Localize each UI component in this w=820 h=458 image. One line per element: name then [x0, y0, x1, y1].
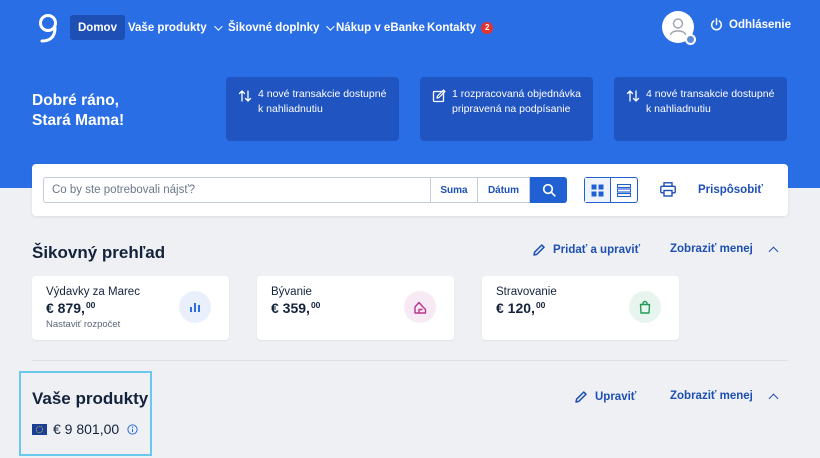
chevron-up-icon[interactable]: [768, 393, 779, 404]
bar-chart-icon: [179, 291, 211, 323]
notification-text: 1 rozpracovaná objednávka pripravená na …: [452, 88, 582, 115]
show-less-label: Zobraziť menej: [670, 243, 753, 255]
date-filter-button[interactable]: Dátum: [478, 177, 530, 203]
amount-cents: 00: [85, 300, 96, 310]
grid-icon: [591, 184, 604, 196]
list-icon: [617, 183, 631, 197]
add-edit-label: Pridať a upraviť: [553, 244, 641, 256]
notification-text: 4 nové transakcie dostupné k nahliadnuti…: [646, 88, 775, 115]
transfer-arrows-icon: [626, 90, 640, 102]
search-button[interactable]: [530, 177, 567, 203]
eu-flag-icon: [32, 424, 47, 435]
notification-text: 4 nové transakcie dostupné k nahliadnuti…: [258, 88, 387, 115]
greeting-line-2: Stará Mama!: [32, 112, 125, 129]
section-divider: [32, 360, 788, 361]
nav-addons[interactable]: Šikovné doplnky: [228, 15, 336, 40]
amount-filter-button[interactable]: Suma: [430, 177, 478, 203]
shopping-bag-icon: [629, 291, 661, 323]
logout-button[interactable]: Odhlásenie: [710, 18, 791, 31]
print-icon[interactable]: [660, 182, 676, 197]
bank-logo-icon[interactable]: [36, 12, 60, 46]
customize-button[interactable]: Prispôsobiť: [698, 184, 763, 196]
nav-home-label: Domov: [78, 21, 117, 34]
overview-card-dining[interactable]: Stravovanie € 120,00: [482, 276, 679, 340]
notification-card-transactions-2[interactable]: 4 nové transakcie dostupné k nahliadnuti…: [614, 77, 787, 141]
settings-badge-icon: [685, 34, 696, 45]
products-total: € 9 801,00: [53, 421, 120, 437]
search-input[interactable]: [43, 177, 430, 203]
amount-cents: 00: [535, 300, 546, 310]
info-icon[interactable]: [127, 424, 138, 435]
amount-main: € 879,: [46, 300, 85, 316]
transfer-arrows-icon: [238, 90, 252, 102]
greeting: Dobré ráno, Stará Mama!: [32, 91, 124, 131]
edit-document-icon: [432, 89, 446, 103]
nav-ebank-shopping-label: Nákup v eBanke: [336, 21, 425, 34]
notification-card-transactions[interactable]: 4 nové transakcie dostupné k nahliadnuti…: [226, 77, 399, 141]
amount-main: € 359,: [271, 300, 310, 316]
search-icon: [542, 183, 556, 197]
nav-products[interactable]: Vaše produkty: [128, 15, 223, 40]
edit-label: Upraviť: [595, 391, 637, 403]
show-less-label: Zobraziť menej: [670, 390, 753, 402]
nav-contacts[interactable]: Kontakty 2: [427, 15, 494, 40]
overview-card-housing[interactable]: Bývanie € 359,00: [257, 276, 454, 340]
overview-card-expenses[interactable]: Výdavky za Marec € 879,00 Nastaviť rozpo…: [32, 276, 229, 340]
amount-main: € 120,: [496, 300, 535, 316]
search-panel: Suma Dátum Prispôsobiť: [32, 164, 788, 216]
nav-home[interactable]: Domov: [70, 15, 125, 40]
pencil-icon: [533, 244, 545, 256]
nav-addons-label: Šikovné doplnky: [228, 21, 320, 34]
edit-products-button[interactable]: Upraviť: [574, 390, 636, 404]
logout-label: Odhlásenie: [729, 18, 791, 31]
nav-products-label: Vaše produkty: [128, 21, 207, 34]
notification-card-order[interactable]: 1 rozpracovaná objednávka pripravená na …: [420, 77, 593, 141]
power-icon: [710, 18, 723, 31]
house-icon: [404, 291, 436, 323]
view-toggle: [584, 177, 638, 203]
products-highlight-frame: [19, 371, 152, 456]
notification-badge: 2: [481, 21, 494, 34]
nav-ebank-shopping[interactable]: Nákup v eBanke: [336, 15, 425, 40]
amount-cents: 00: [310, 300, 321, 310]
grid-view-button[interactable]: [585, 178, 612, 202]
section-title-overview: Šikovný prehľad: [32, 243, 166, 262]
show-less-products-button[interactable]: Zobraziť menej: [670, 390, 753, 402]
add-edit-button[interactable]: Pridať a upraviť: [532, 243, 640, 257]
section-title-products: Vaše produkty: [32, 389, 149, 408]
chevron-up-icon[interactable]: [768, 246, 779, 257]
greeting-line-1: Dobré ráno,: [32, 92, 119, 109]
pencil-icon: [575, 391, 587, 403]
list-view-button[interactable]: [611, 178, 637, 202]
show-less-overview-button[interactable]: Zobraziť menej: [670, 243, 753, 255]
nav-contacts-label: Kontakty: [427, 21, 477, 34]
